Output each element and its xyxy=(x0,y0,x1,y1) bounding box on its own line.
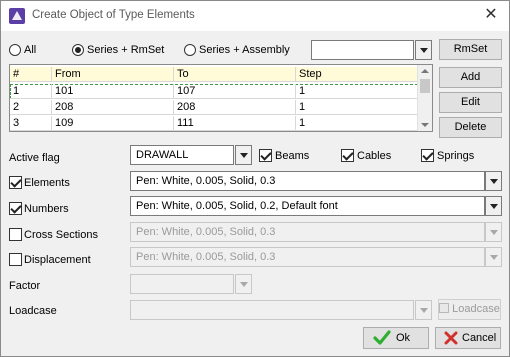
beams-checkbox[interactable] xyxy=(259,149,272,162)
active-flag-label: Active flag xyxy=(9,152,60,164)
factor-label: Factor xyxy=(9,280,41,292)
numbers-pen-dropdown-icon[interactable] xyxy=(485,196,502,216)
series-table[interactable]: # From To Step 1 101 107 1 2 208 208 1 3… xyxy=(9,64,433,132)
elements-pen-value: Pen: White, 0.005, Solid, 0.3 xyxy=(136,175,276,187)
elements-label: Elements xyxy=(24,177,70,189)
radio-series-rmset[interactable] xyxy=(72,44,84,56)
radio-all[interactable] xyxy=(9,44,21,56)
table-cell: 1 xyxy=(296,100,418,115)
springs-checkbox[interactable] xyxy=(421,149,434,162)
table-cell: 208 xyxy=(52,100,174,115)
ok-label: Ok xyxy=(396,332,411,344)
column-header-num: # xyxy=(10,67,52,82)
rmset-dropdown-icon[interactable] xyxy=(415,40,432,60)
column-header-to: To xyxy=(174,67,296,82)
loadcase-dropdown-icon xyxy=(415,300,432,320)
table-cell: 109 xyxy=(52,116,174,131)
table-cell: 1 xyxy=(296,84,418,99)
active-flag-combo[interactable]: DRAWALL xyxy=(130,145,234,165)
cancel-x-icon xyxy=(444,331,458,345)
cross-sections-label: Cross Sections xyxy=(24,229,98,241)
rmset-combo[interactable] xyxy=(311,40,414,60)
cross-sections-dropdown-icon xyxy=(485,222,502,242)
title-bar: Create Object of Type Elements ✕ xyxy=(1,1,509,31)
scroll-thumb[interactable] xyxy=(420,79,430,93)
cables-checkbox[interactable] xyxy=(341,149,354,162)
loadcase-button-label: Loadcase xyxy=(452,303,500,315)
window-title: Create Object of Type Elements xyxy=(32,9,195,21)
factor-combo xyxy=(130,274,234,294)
rmset-button[interactable]: RmSet xyxy=(439,39,502,60)
table-cell: 208 xyxy=(174,100,296,115)
displacement-pen-value: Pen: White, 0.005, Solid, 0.3 xyxy=(136,251,276,263)
dialog-window: Create Object of Type Elements ✕ All Ser… xyxy=(0,0,510,357)
loadcase-combo xyxy=(130,300,414,320)
numbers-label: Numbers xyxy=(24,203,69,215)
add-button[interactable]: Add xyxy=(439,67,502,88)
close-icon[interactable]: ✕ xyxy=(483,7,499,23)
displacement-pen-combo: Pen: White, 0.005, Solid, 0.3 xyxy=(130,247,485,267)
cross-sections-checkbox[interactable] xyxy=(9,228,22,241)
numbers-pen-value: Pen: White, 0.005, Solid, 0.2, Default f… xyxy=(136,200,338,212)
table-cell: 2 xyxy=(10,100,52,115)
numbers-pen-combo[interactable]: Pen: White, 0.005, Solid, 0.2, Default f… xyxy=(130,196,485,216)
checkmark-icon xyxy=(373,330,391,345)
elements-pen-combo[interactable]: Pen: White, 0.005, Solid, 0.3 xyxy=(130,171,485,191)
table-cell: 1 xyxy=(296,116,418,131)
scroll-up-icon[interactable] xyxy=(418,65,432,77)
table-row[interactable]: 2 208 208 1 xyxy=(10,100,418,115)
column-header-step: Step xyxy=(296,67,418,82)
table-cell: 1 xyxy=(10,84,52,99)
table-scrollbar[interactable] xyxy=(417,65,432,131)
displacement-dropdown-icon xyxy=(485,247,502,267)
column-header-from: From xyxy=(52,67,174,82)
elements-checkbox[interactable] xyxy=(9,176,22,189)
table-cell: 107 xyxy=(174,84,296,99)
table-header-row: # From To Step xyxy=(10,67,418,82)
table-cell: 111 xyxy=(174,116,296,131)
ok-button[interactable]: Ok xyxy=(363,327,429,349)
active-flag-value: DRAWALL xyxy=(136,149,189,161)
loadcase-button: Loadcase xyxy=(438,299,501,320)
cancel-label: Cancel xyxy=(462,332,497,344)
cancel-button[interactable]: Cancel xyxy=(435,327,501,349)
delete-button[interactable]: Delete xyxy=(439,117,502,138)
springs-label: Springs xyxy=(437,150,475,162)
radio-series-assembly-label: Series + Assembly xyxy=(199,44,290,56)
displacement-label: Displacement xyxy=(24,254,91,266)
displacement-checkbox[interactable] xyxy=(9,253,22,266)
edit-button[interactable]: Edit xyxy=(439,92,502,113)
app-icon xyxy=(9,8,25,24)
radio-all-label: All xyxy=(24,44,37,56)
numbers-checkbox[interactable] xyxy=(9,202,22,215)
cross-sections-pen-combo: Pen: White, 0.005, Solid, 0.3 xyxy=(130,222,485,242)
beams-label: Beams xyxy=(275,150,310,162)
cables-label: Cables xyxy=(357,150,392,162)
factor-dropdown-icon xyxy=(235,274,252,294)
scroll-down-icon[interactable] xyxy=(418,119,432,131)
table-row[interactable]: 1 101 107 1 xyxy=(10,84,418,99)
radio-series-assembly[interactable] xyxy=(184,44,196,56)
loadcase-button-icon xyxy=(439,303,450,313)
table-cell: 101 xyxy=(52,84,174,99)
radio-series-rmset-label: Series + RmSet xyxy=(87,44,165,56)
table-cell: 3 xyxy=(10,116,52,131)
loadcase-label: Loadcase xyxy=(9,305,57,317)
elements-pen-dropdown-icon[interactable] xyxy=(485,171,502,191)
table-row[interactable]: 3 109 111 1 xyxy=(10,116,418,131)
cross-sections-pen-value: Pen: White, 0.005, Solid, 0.3 xyxy=(136,226,276,238)
active-flag-dropdown-icon[interactable] xyxy=(235,145,252,165)
